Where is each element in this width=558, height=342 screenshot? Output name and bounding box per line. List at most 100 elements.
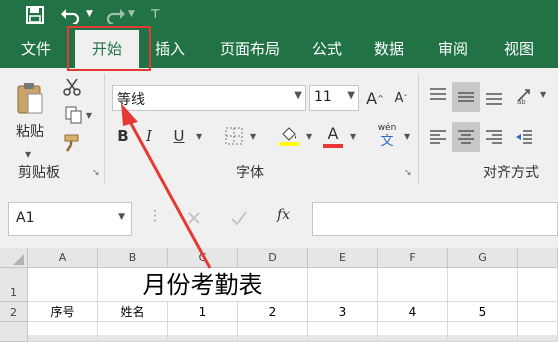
down-caret-icon: ˇ bbox=[403, 93, 408, 103]
select-all-corner[interactable] bbox=[0, 248, 28, 268]
column-header[interactable]: G bbox=[448, 248, 518, 268]
column-header[interactable] bbox=[518, 248, 558, 268]
paste-button[interactable]: 粘贴 bbox=[10, 76, 50, 146]
fill-color-button[interactable] bbox=[276, 122, 302, 150]
cell[interactable] bbox=[518, 268, 558, 302]
font-color-button[interactable]: A bbox=[320, 122, 346, 150]
underline-button[interactable]: U bbox=[168, 124, 190, 148]
align-left-button[interactable] bbox=[426, 126, 450, 148]
underline-dropdown-icon[interactable]: ▼ bbox=[196, 132, 202, 141]
tab-file[interactable]: 文件 bbox=[10, 30, 62, 68]
align-right-button[interactable] bbox=[482, 126, 506, 148]
clipboard-launcher-icon[interactable]: ↘ bbox=[92, 168, 100, 178]
customize-icon[interactable]: ⊤ bbox=[150, 3, 160, 25]
copy-dropdown-icon[interactable]: ▼ bbox=[86, 111, 92, 120]
increase-font-size-button[interactable]: A ^ bbox=[364, 86, 386, 110]
cancel-icon[interactable] bbox=[186, 210, 202, 226]
align-bottom-button[interactable] bbox=[482, 86, 506, 110]
cell[interactable] bbox=[238, 322, 308, 342]
cell[interactable] bbox=[518, 322, 558, 342]
insert-function-icon[interactable]: fx bbox=[277, 207, 290, 223]
format-painter-button[interactable] bbox=[60, 132, 84, 154]
enter-icon[interactable] bbox=[230, 210, 248, 226]
font-color-dropdown-icon[interactable]: ▼ bbox=[350, 132, 356, 141]
cell[interactable] bbox=[518, 302, 558, 322]
cell[interactable]: 3 bbox=[308, 302, 378, 322]
font-launcher-icon[interactable]: ↘ bbox=[404, 168, 412, 178]
column-header[interactable]: C bbox=[168, 248, 238, 268]
tab-view[interactable]: 视图 bbox=[494, 30, 544, 68]
clipboard-group-label: 剪贴板 bbox=[18, 165, 60, 181]
orientation-dropdown-icon[interactable]: ▼ bbox=[540, 90, 546, 99]
decrease-indent-button[interactable] bbox=[512, 126, 536, 148]
name-box[interactable]: A1 ▼ bbox=[8, 202, 132, 236]
cell[interactable]: 2 bbox=[238, 302, 308, 322]
font-name-value: 等线 bbox=[117, 92, 145, 108]
undo-icon[interactable] bbox=[60, 6, 82, 24]
phonetic-top: wén bbox=[377, 123, 397, 133]
orientation-button[interactable]: ab bbox=[512, 84, 538, 108]
cell[interactable] bbox=[448, 322, 518, 342]
cell[interactable]: 1 bbox=[168, 302, 238, 322]
align-center-button[interactable] bbox=[452, 122, 480, 152]
decrease-font-size-button[interactable]: Aˇ bbox=[390, 86, 412, 110]
copy-button[interactable]: ▼ bbox=[60, 104, 96, 126]
cell[interactable] bbox=[28, 322, 98, 342]
phonetic-dropdown-icon[interactable]: ▼ bbox=[404, 132, 410, 141]
title-cell[interactable]: 月份考勤表 bbox=[98, 268, 308, 302]
undo-dropdown-icon[interactable]: ▼ bbox=[86, 3, 93, 25]
tab-page-layout[interactable]: 页面布局 bbox=[210, 30, 290, 68]
ribbon: 粘贴 ▼ ▼ 剪贴板 ↘ 等线 ▼ 11 ▼ A ^ Aˇ B I U ▼ ▼ … bbox=[0, 68, 558, 191]
cell[interactable] bbox=[28, 268, 98, 302]
tab-formulas[interactable]: 公式 bbox=[302, 30, 352, 68]
cell[interactable]: 4 bbox=[378, 302, 448, 322]
divider bbox=[104, 74, 105, 184]
save-icon[interactable] bbox=[26, 6, 44, 24]
borders-dropdown-icon[interactable]: ▼ bbox=[250, 132, 256, 141]
cell[interactable] bbox=[308, 322, 378, 342]
phonetic-button[interactable]: wén 文 bbox=[372, 120, 402, 152]
italic-button[interactable]: I bbox=[138, 124, 160, 148]
tab-review[interactable]: 审阅 bbox=[428, 30, 478, 68]
fill-color-swatch bbox=[279, 142, 299, 146]
chevron-down-icon[interactable]: ▼ bbox=[118, 212, 125, 222]
fill-color-dropdown-icon[interactable]: ▼ bbox=[306, 132, 312, 141]
svg-text:ab: ab bbox=[517, 98, 526, 105]
redo-icon[interactable] bbox=[104, 6, 126, 24]
name-box-value: A1 bbox=[16, 210, 35, 226]
bold-button[interactable]: B bbox=[112, 124, 134, 148]
cut-button[interactable] bbox=[60, 76, 84, 98]
font-color-glyph: A bbox=[327, 124, 339, 143]
align-middle-button[interactable] bbox=[452, 82, 480, 112]
copy-icon bbox=[65, 106, 82, 124]
cell[interactable]: 5 bbox=[448, 302, 518, 322]
paste-label: 粘贴 bbox=[16, 124, 44, 140]
borders-button[interactable] bbox=[222, 124, 246, 148]
column-header[interactable]: B bbox=[98, 248, 168, 268]
cell[interactable]: 姓名 bbox=[98, 302, 168, 322]
paste-dropdown-icon[interactable]: ▼ bbox=[25, 150, 31, 159]
cell[interactable] bbox=[168, 322, 238, 342]
row-header[interactable] bbox=[0, 322, 28, 342]
column-header[interactable]: E bbox=[308, 248, 378, 268]
cell[interactable] bbox=[448, 268, 518, 302]
tab-data[interactable]: 数据 bbox=[364, 30, 414, 68]
align-top-button[interactable] bbox=[426, 84, 450, 106]
cell[interactable] bbox=[378, 268, 448, 302]
font-name-combo[interactable]: 等线 ▼ bbox=[112, 85, 306, 111]
formula-input[interactable] bbox=[312, 202, 558, 236]
column-header[interactable]: D bbox=[238, 248, 308, 268]
cell[interactable] bbox=[98, 322, 168, 342]
row-header[interactable]: 2 bbox=[0, 302, 28, 322]
cell[interactable] bbox=[378, 322, 448, 342]
column-header[interactable]: A bbox=[28, 248, 98, 268]
row-header[interactable]: 1 bbox=[0, 268, 28, 302]
worksheet-grid: A B C D E F G 1 2 月份考勤表 序号 姓名 1 2 3 4 5 bbox=[0, 248, 558, 342]
cell[interactable] bbox=[308, 268, 378, 302]
redo-dropdown-icon[interactable]: ▼ bbox=[128, 3, 135, 25]
annotation-highlight-box bbox=[67, 26, 151, 71]
cell[interactable]: 序号 bbox=[28, 302, 98, 322]
column-header[interactable]: F bbox=[378, 248, 448, 268]
font-size-combo[interactable]: 11 ▼ bbox=[309, 85, 359, 111]
tab-insert[interactable]: 插入 bbox=[145, 30, 195, 68]
